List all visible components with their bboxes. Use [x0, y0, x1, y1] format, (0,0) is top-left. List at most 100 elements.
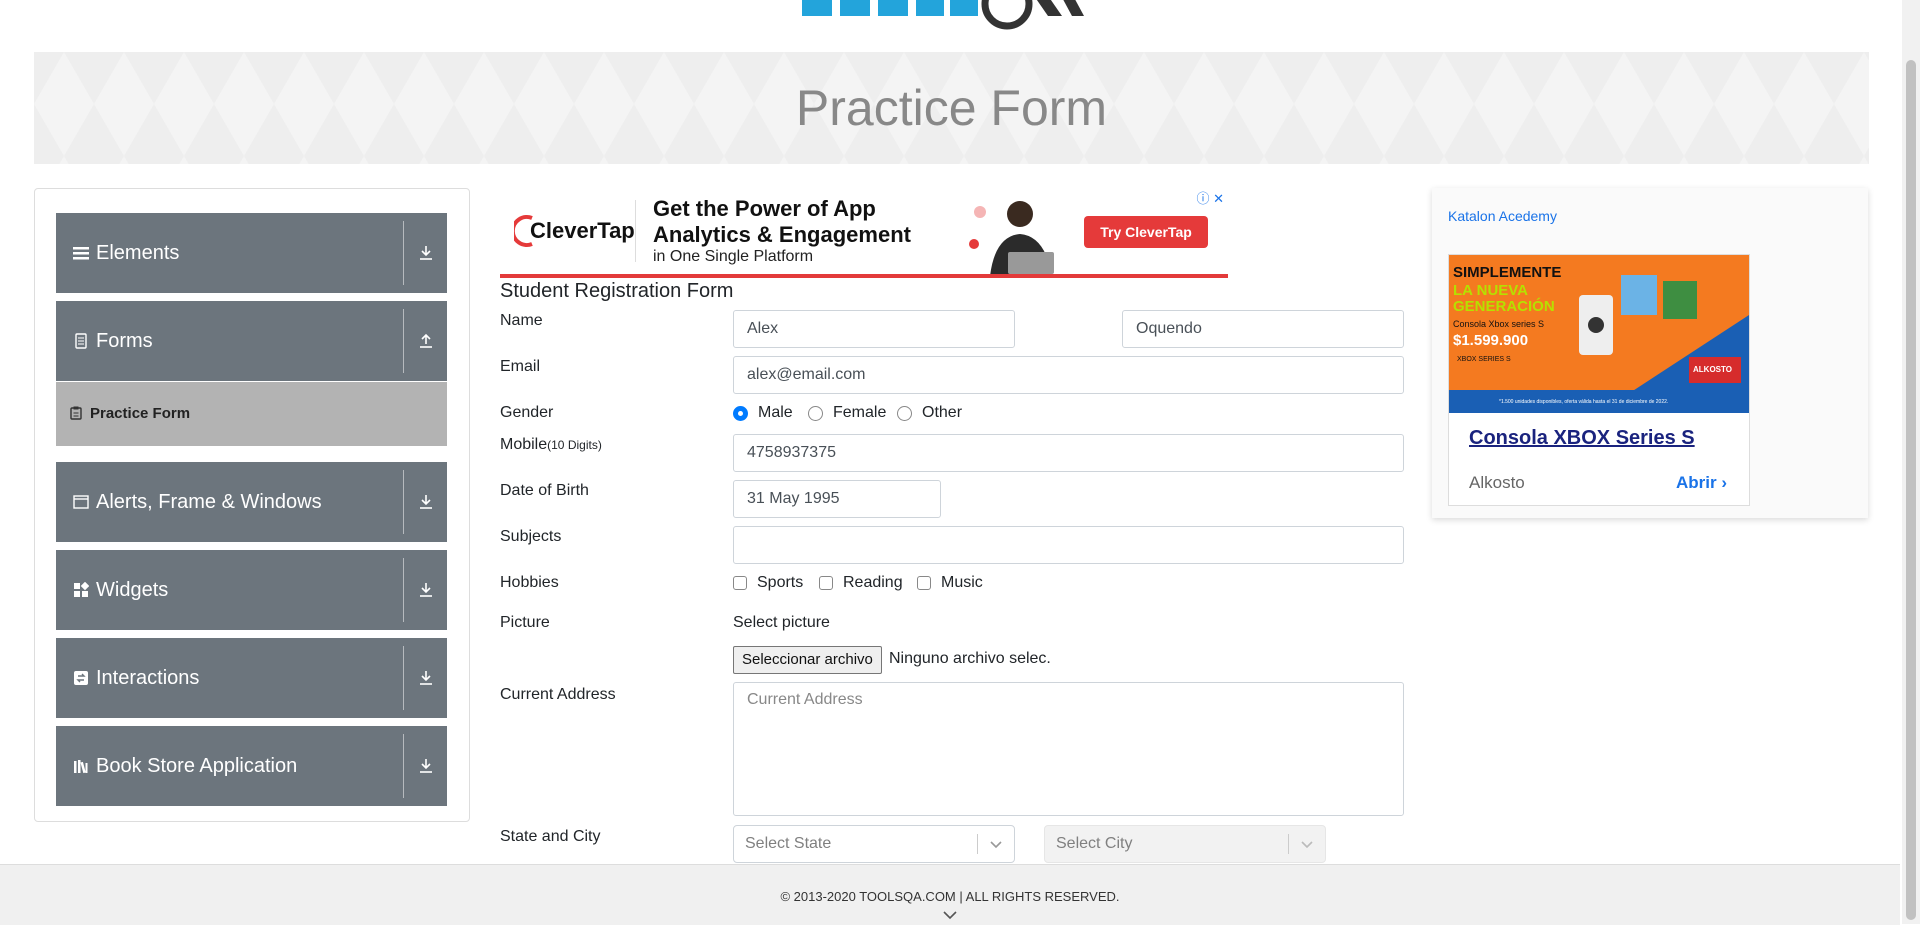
- divider: [635, 200, 636, 262]
- gender-radio-female[interactable]: Female: [808, 404, 886, 422]
- xbox-promo-graphic: SIMPLEMENTE LA NUEVA GENERACIÓN Consola …: [1449, 255, 1749, 413]
- ad-open-button[interactable]: Abrir ›: [1676, 473, 1727, 493]
- sidebar-item-practice-form[interactable]: Practice Form: [56, 382, 447, 446]
- toolsqa-logo-icon: [802, 0, 1084, 30]
- last-name-input[interactable]: Oquendo: [1122, 310, 1404, 348]
- state-city-label: State and City: [500, 828, 601, 845]
- hobby-checkbox-reading[interactable]: Reading: [819, 574, 903, 592]
- sidebar-group-label: Alerts, Frame & Windows: [96, 491, 322, 513]
- radio-unchecked[interactable]: [897, 405, 912, 421]
- dob-label: Date of Birth: [500, 482, 589, 499]
- form-title: Student Registration Form: [500, 280, 734, 302]
- hobby-checkbox-sports[interactable]: Sports: [733, 574, 803, 592]
- xbox-ad-image[interactable]: SIMPLEMENTE LA NUEVA GENERACIÓN Consola …: [1449, 255, 1749, 413]
- download-arrow-icon[interactable]: [418, 670, 434, 686]
- date-of-birth-input[interactable]: 31 May 1995: [733, 480, 941, 518]
- clevertap-ad[interactable]: CleverTap Get the Power of App Analytics…: [500, 188, 1228, 278]
- sidebar-group-widgets[interactable]: Widgets: [56, 550, 447, 630]
- page-scrollbar[interactable]: [1902, 0, 1920, 924]
- books-icon: [73, 758, 89, 774]
- checkbox[interactable]: [819, 576, 833, 590]
- svg-text:$1.599.900: $1.599.900: [1453, 332, 1528, 349]
- interactions-icon: [73, 670, 89, 686]
- hobby-checkbox-music[interactable]: Music: [917, 574, 983, 592]
- city-placeholder: Select City: [1056, 835, 1133, 852]
- email-input[interactable]: alex@email.com: [733, 356, 1404, 394]
- footer: © 2013-2020 TOOLSQA.COM | ALL RIGHTS RES…: [0, 864, 1900, 925]
- current-address-label: Current Address: [500, 686, 616, 703]
- mobile-label: Mobile(10 Digits): [500, 436, 602, 453]
- ad-brand: CleverTap: [530, 218, 635, 243]
- chevron-down-icon[interactable]: [1300, 837, 1314, 851]
- select-picture-label: Select picture: [733, 614, 830, 631]
- page-banner: Practice Form: [34, 52, 1869, 164]
- gender-radio-male[interactable]: Male: [733, 404, 793, 422]
- radio-checked[interactable]: [733, 405, 748, 421]
- xbox-ad-card[interactable]: SIMPLEMENTE LA NUEVA GENERACIÓN Consola …: [1448, 254, 1750, 506]
- sidebar: Elements Forms Practice Form Alerts, Fra…: [34, 188, 470, 822]
- ad-headline: Get the Power of App Analytics & Engagem…: [653, 196, 911, 247]
- window-icon: [73, 494, 89, 510]
- sidebar-group-label: Forms: [96, 330, 153, 352]
- mobile-input[interactable]: 4758937375: [733, 434, 1404, 472]
- footer-copyright: © 2013-2020 TOOLSQA.COM | ALL RIGHTS RES…: [780, 889, 1120, 904]
- divider: [403, 646, 404, 710]
- sidebar-group-book-store[interactable]: Book Store Application: [56, 726, 447, 806]
- sidebar-group-forms[interactable]: Forms: [56, 301, 447, 381]
- svg-text:XBOX SERIES S: XBOX SERIES S: [1457, 356, 1511, 363]
- checkbox[interactable]: [733, 576, 747, 590]
- email-label: Email: [500, 358, 541, 375]
- sidebar-group-interactions[interactable]: Interactions: [56, 638, 447, 718]
- state-placeholder: Select State: [745, 835, 832, 852]
- chevron-down-icon[interactable]: [943, 909, 957, 921]
- clipboard-icon: [70, 406, 82, 420]
- ad-subline: in One Single Platform: [653, 248, 814, 265]
- person-with-laptop-image: [969, 201, 1054, 276]
- student-registration-form: Student Registration Form Name Alex Oque…: [500, 278, 1404, 868]
- sidebar-group-label: Book Store Application: [96, 755, 298, 777]
- ad-title[interactable]: Consola XBOX Series S: [1469, 427, 1695, 450]
- city-select[interactable]: Select City: [1044, 825, 1326, 863]
- sidebar-group-elements[interactable]: Elements: [56, 213, 447, 293]
- svg-text:*1.500 unidades disponibles, o: *1.500 unidades disponibles, oferta váli…: [1499, 399, 1668, 405]
- scrollbar-thumb[interactable]: [1906, 60, 1916, 920]
- picture-label: Picture: [500, 614, 550, 631]
- katalon-academy-image-link[interactable]: Katalon Acedemy: [1448, 208, 1557, 224]
- try-clevertap-button[interactable]: Try CleverTap: [1084, 216, 1208, 248]
- upload-arrow-icon[interactable]: [418, 333, 434, 349]
- sidebar-item-label: Practice Form: [90, 405, 191, 422]
- checkbox[interactable]: [917, 576, 931, 590]
- hamburger-icon: [73, 245, 89, 261]
- first-name-input[interactable]: Alex: [733, 310, 1015, 348]
- divider: [1288, 834, 1289, 854]
- current-address-textarea[interactable]: Current Address: [733, 682, 1404, 816]
- sidebar-group-alerts-frame-windows[interactable]: Alerts, Frame & Windows: [56, 462, 447, 542]
- sidebar-group-label: Elements: [96, 242, 180, 264]
- download-arrow-icon[interactable]: [418, 758, 434, 774]
- chevron-right-icon: ›: [1721, 473, 1727, 492]
- widgets-icon: [73, 581, 90, 598]
- ad-close-icon[interactable]: ⓘ ✕: [1196, 188, 1224, 207]
- radio-unchecked[interactable]: [808, 405, 823, 421]
- hobbies-label: Hobbies: [500, 574, 559, 591]
- chevron-down-icon[interactable]: [989, 837, 1003, 851]
- divider: [977, 834, 978, 854]
- right-ad-panel: Katalon Acedemy SIMPLEMENTE LA NUEVA GEN…: [1432, 188, 1868, 518]
- toolsqa-logo[interactable]: [800, 0, 1120, 42]
- gender-radio-other[interactable]: Other: [897, 404, 962, 422]
- divider: [403, 734, 404, 798]
- divider: [403, 221, 404, 285]
- divider: [403, 309, 404, 373]
- subjects-input[interactable]: [733, 526, 1404, 564]
- ad-advertiser: Alkosto: [1469, 473, 1525, 492]
- upload-picture-button[interactable]: Seleccionar archivo: [733, 646, 882, 674]
- download-arrow-icon[interactable]: [418, 582, 434, 598]
- state-select[interactable]: Select State: [733, 825, 1015, 863]
- divider: [403, 558, 404, 622]
- svg-text:GENERACIÓN: GENERACIÓN: [1453, 297, 1555, 315]
- download-arrow-icon[interactable]: [418, 494, 434, 510]
- divider: [403, 470, 404, 534]
- download-arrow-icon[interactable]: [418, 245, 434, 261]
- document-icon: [73, 333, 89, 349]
- sidebar-group-label: Widgets: [96, 579, 169, 601]
